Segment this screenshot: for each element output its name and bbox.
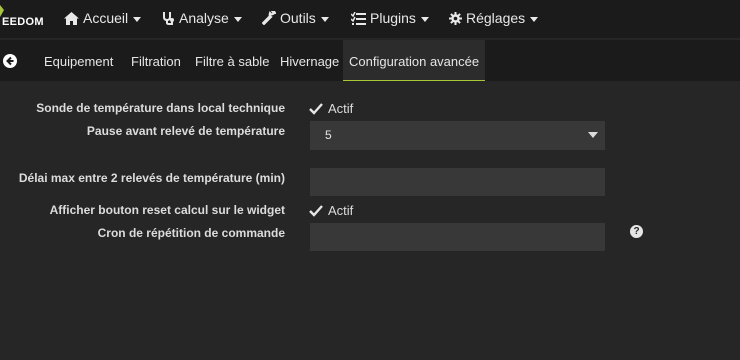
sonde-label: Sonde de température dans local techniqu… xyxy=(36,101,285,115)
home-icon xyxy=(64,11,79,25)
pause-label: Pause avant relevé de température xyxy=(86,124,285,138)
jeedom-logo[interactable]: EEDOM xyxy=(0,0,52,38)
question-circle-icon[interactable]: ? xyxy=(630,225,643,238)
nav-analyse-label: Analyse xyxy=(179,10,229,26)
reset-label: Afficher bouton reset calcul sur le widg… xyxy=(49,203,285,217)
check-icon xyxy=(309,102,323,115)
nav-outils[interactable]: Outils xyxy=(262,0,329,36)
nav-analyse[interactable]: Analyse xyxy=(162,0,242,36)
back-arrow-icon[interactable] xyxy=(3,54,17,68)
chevron-down-icon xyxy=(420,16,429,22)
logo-text: EEDOM xyxy=(2,16,44,28)
tasks-icon xyxy=(351,11,366,25)
cron-label: Cron de répétition de commande xyxy=(97,226,285,240)
nav-reglages[interactable]: Réglages xyxy=(449,0,539,36)
chevron-down-icon xyxy=(530,16,539,22)
nav-plugins[interactable]: Plugins xyxy=(351,0,429,36)
nav-reglages-label: Réglages xyxy=(466,10,526,26)
chevron-down-icon xyxy=(588,132,598,138)
chevron-down-icon xyxy=(233,16,242,22)
cron-input[interactable] xyxy=(310,223,605,251)
tab-hivernage[interactable]: Hivernage xyxy=(280,40,339,81)
nav-outils-label: Outils xyxy=(280,10,316,26)
tab-configuration-avancee[interactable]: Configuration avancée xyxy=(343,40,486,81)
check-icon xyxy=(309,204,323,217)
top-navbar: EEDOM Accueil Analyse Outils Plugins Rég xyxy=(0,0,740,38)
nav-plugins-label: Plugins xyxy=(370,10,416,26)
tab-bar: Equipement Filtration Filtre à sable Hiv… xyxy=(0,40,740,81)
sonde-checkbox-label: Actif xyxy=(328,101,354,116)
wrench-icon xyxy=(262,11,276,25)
nav-accueil[interactable]: Accueil xyxy=(64,0,142,36)
chevron-down-icon xyxy=(133,16,142,22)
sonde-checkbox[interactable]: Actif xyxy=(309,101,353,116)
tab-filtre-a-sable[interactable]: Filtre à sable xyxy=(195,40,269,81)
stethoscope-icon xyxy=(162,11,175,25)
tab-filtration[interactable]: Filtration xyxy=(131,40,181,81)
pause-select[interactable]: 5 xyxy=(310,121,605,150)
nav-accueil-label: Accueil xyxy=(83,10,129,26)
pause-select-value: 5 xyxy=(325,128,332,142)
delai-input[interactable] xyxy=(310,168,605,196)
tab-equipement[interactable]: Equipement xyxy=(44,40,113,81)
delai-label: Délai max entre 2 relevés de température… xyxy=(18,171,285,185)
reset-checkbox-label: Actif xyxy=(328,203,354,218)
reset-checkbox[interactable]: Actif xyxy=(309,203,353,218)
gear-icon xyxy=(449,11,462,25)
chevron-down-icon xyxy=(320,16,329,22)
